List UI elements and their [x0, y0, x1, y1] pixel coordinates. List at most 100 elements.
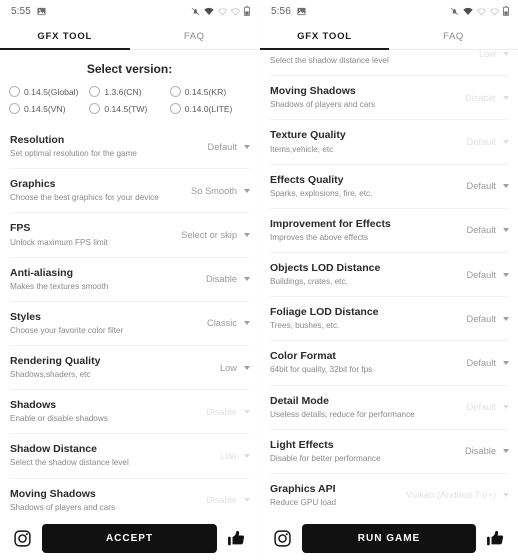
- chevron-down-icon[interactable]: [503, 449, 509, 454]
- setting-row[interactable]: Improvement for Effects Improves the abov…: [269, 209, 509, 252]
- chevron-down-icon[interactable]: [244, 144, 250, 149]
- setting-value-dropdown[interactable]: Default: [461, 314, 509, 324]
- setting-subtitle: Makes the textures smooth: [10, 281, 109, 291]
- setting-title: Graphics API: [270, 482, 336, 495]
- version-option-vn[interactable]: 0.14.5(VN): [9, 100, 89, 117]
- setting-value-dropdown[interactable]: Disable: [200, 495, 250, 505]
- setting-value: Disable: [205, 274, 237, 285]
- instagram-icon[interactable]: [271, 529, 293, 547]
- setting-value-dropdown[interactable]: Disable: [459, 446, 509, 456]
- setting-value-dropdown[interactable]: Low: [473, 50, 509, 59]
- version-option-lite[interactable]: 0.14.0(LITE): [169, 100, 250, 117]
- chevron-down-icon[interactable]: [503, 51, 509, 56]
- setting-row[interactable]: Objects LOD Distance Buildings, crates, e…: [269, 253, 509, 296]
- tab-faq[interactable]: FAQ: [389, 22, 518, 50]
- version-option-tw[interactable]: 0.14.5(TW): [89, 100, 169, 117]
- setting-row[interactable]: Detail Mode Useless details, reduce for p…: [269, 386, 509, 429]
- setting-row[interactable]: Shadow Distance Select the shadow distanc…: [269, 50, 509, 75]
- setting-row[interactable]: FPS Unlock maximum FPS limit Select or ski…: [9, 213, 250, 256]
- setting-value-dropdown[interactable]: Default: [461, 137, 509, 147]
- radio-icon[interactable]: [89, 86, 101, 97]
- setting-value-dropdown[interactable]: Default: [461, 225, 509, 235]
- setting-text: Shadow Distance Select the shadow distanc…: [270, 50, 473, 66]
- setting-value-dropdown[interactable]: Default: [202, 142, 250, 152]
- radio-icon[interactable]: [169, 103, 181, 114]
- setting-value-dropdown[interactable]: Default: [461, 181, 509, 191]
- setting-value: Disable: [205, 495, 237, 506]
- tab-gfx-tool[interactable]: GFX TOOL: [260, 22, 389, 50]
- chevron-down-icon[interactable]: [244, 188, 250, 193]
- setting-text: Resolution Set optimal resolution for the…: [10, 134, 202, 159]
- setting-row[interactable]: Effects Quality Sparks, explosions, fire,…: [269, 165, 509, 208]
- setting-value: Low: [219, 450, 237, 461]
- instagram-icon[interactable]: [11, 529, 33, 547]
- setting-row[interactable]: Styles Choose your favorite color filter C…: [9, 302, 250, 345]
- setting-value: Default: [466, 181, 496, 192]
- setting-value-dropdown[interactable]: Select or skip: [175, 230, 250, 240]
- setting-subtitle: Items,vehicle, etc: [270, 144, 334, 154]
- chevron-down-icon[interactable]: [244, 232, 250, 237]
- thumbs-up-icon[interactable]: [485, 530, 507, 547]
- chevron-down-icon[interactable]: [503, 360, 509, 365]
- chevron-down-icon[interactable]: [503, 139, 509, 144]
- version-option-global[interactable]: 0.14.5(Global): [9, 83, 89, 100]
- accept-button[interactable]: ACCEPT: [42, 523, 217, 553]
- setting-row[interactable]: Rendering Quality Shadows,shaders, etc Low: [9, 346, 250, 389]
- chevron-down-icon[interactable]: [503, 95, 509, 100]
- setting-value: Low: [478, 50, 496, 59]
- setting-row[interactable]: Moving Shadows Shadows of players and car…: [269, 76, 509, 119]
- thumbs-up-icon[interactable]: [226, 530, 248, 547]
- chevron-down-icon[interactable]: [244, 409, 250, 414]
- setting-title: Anti-aliasing: [10, 266, 74, 279]
- chevron-down-icon[interactable]: [503, 493, 509, 498]
- setting-subtitle: Sparks, explosions, fire, etc.: [270, 188, 373, 198]
- setting-value-dropdown[interactable]: Default: [461, 358, 509, 368]
- setting-value-dropdown[interactable]: Disable: [200, 407, 250, 417]
- setting-text: Objects LOD Distance Buildings, crates, e…: [270, 262, 461, 287]
- setting-row[interactable]: Shadow Distance Select the shadow distanc…: [9, 434, 250, 477]
- settings-scroll-area-left[interactable]: Select version: 0.14.5(Global) 1.3.6(CN): [0, 50, 259, 516]
- setting-row[interactable]: Foliage LOD Distance Trees, bushes, etc. D…: [269, 297, 509, 340]
- setting-value-dropdown[interactable]: Default: [461, 402, 509, 412]
- chevron-down-icon[interactable]: [244, 277, 250, 282]
- version-option-cn[interactable]: 1.3.6(CN): [89, 83, 169, 100]
- setting-value-dropdown[interactable]: Disable: [459, 93, 509, 103]
- tab-gfx-tool[interactable]: GFX TOOL: [0, 22, 130, 50]
- setting-text: Graphics API Reduce GPU load: [270, 483, 400, 508]
- chevron-down-icon[interactable]: [244, 321, 250, 326]
- setting-row[interactable]: Moving Shadows Shadows of players and car…: [9, 479, 250, 517]
- chevron-down-icon[interactable]: [244, 365, 250, 370]
- setting-row[interactable]: Texture Quality Items,vehicle, etc Default: [269, 120, 509, 163]
- tab-faq[interactable]: FAQ: [130, 22, 260, 50]
- chevron-down-icon[interactable]: [503, 184, 509, 189]
- radio-icon[interactable]: [89, 103, 101, 114]
- setting-value-dropdown[interactable]: So Smooth: [185, 186, 250, 196]
- setting-value-dropdown[interactable]: Disable: [200, 274, 250, 284]
- setting-row[interactable]: Anti-aliasing Makes the textures smooth Di…: [9, 258, 250, 301]
- chevron-down-icon[interactable]: [244, 498, 250, 503]
- chevron-down-icon[interactable]: [503, 316, 509, 321]
- chevron-down-icon[interactable]: [503, 405, 509, 410]
- run-game-button[interactable]: RUN GAME: [302, 523, 476, 553]
- setting-row[interactable]: Graphics Choose the best graphics for you…: [9, 169, 250, 212]
- setting-value-dropdown[interactable]: Low: [214, 363, 250, 373]
- setting-value-dropdown[interactable]: Classic: [201, 318, 250, 328]
- setting-row[interactable]: Resolution Set optimal resolution for the…: [9, 125, 250, 168]
- setting-value-dropdown[interactable]: Low: [214, 451, 250, 461]
- chevron-down-icon[interactable]: [244, 453, 250, 458]
- chevron-down-icon[interactable]: [503, 272, 509, 277]
- setting-value-dropdown[interactable]: Vulkan (Andriod 7.0+): [400, 490, 509, 500]
- chevron-down-icon[interactable]: [503, 228, 509, 233]
- version-option-kr[interactable]: 0.14.5(KR): [169, 83, 250, 100]
- setting-value-dropdown[interactable]: Default: [461, 270, 509, 280]
- setting-value: Disable: [464, 446, 496, 457]
- settings-scroll-area-right[interactable]: Shadow Distance Select the shadow distanc…: [260, 50, 518, 516]
- radio-icon[interactable]: [9, 86, 20, 97]
- radio-icon[interactable]: [9, 103, 20, 114]
- setting-row[interactable]: Light Effects Disable for better performa…: [269, 430, 509, 473]
- setting-text: Shadow Distance Select the shadow distanc…: [10, 443, 214, 468]
- setting-row[interactable]: Graphics API Reduce GPU load Vulkan (Andri…: [269, 474, 509, 516]
- setting-row[interactable]: Color Format 64bit for quality, 32bit for…: [269, 341, 509, 384]
- radio-icon[interactable]: [169, 86, 181, 97]
- setting-row[interactable]: Shadows Enable or disable shadows Disable: [9, 390, 250, 433]
